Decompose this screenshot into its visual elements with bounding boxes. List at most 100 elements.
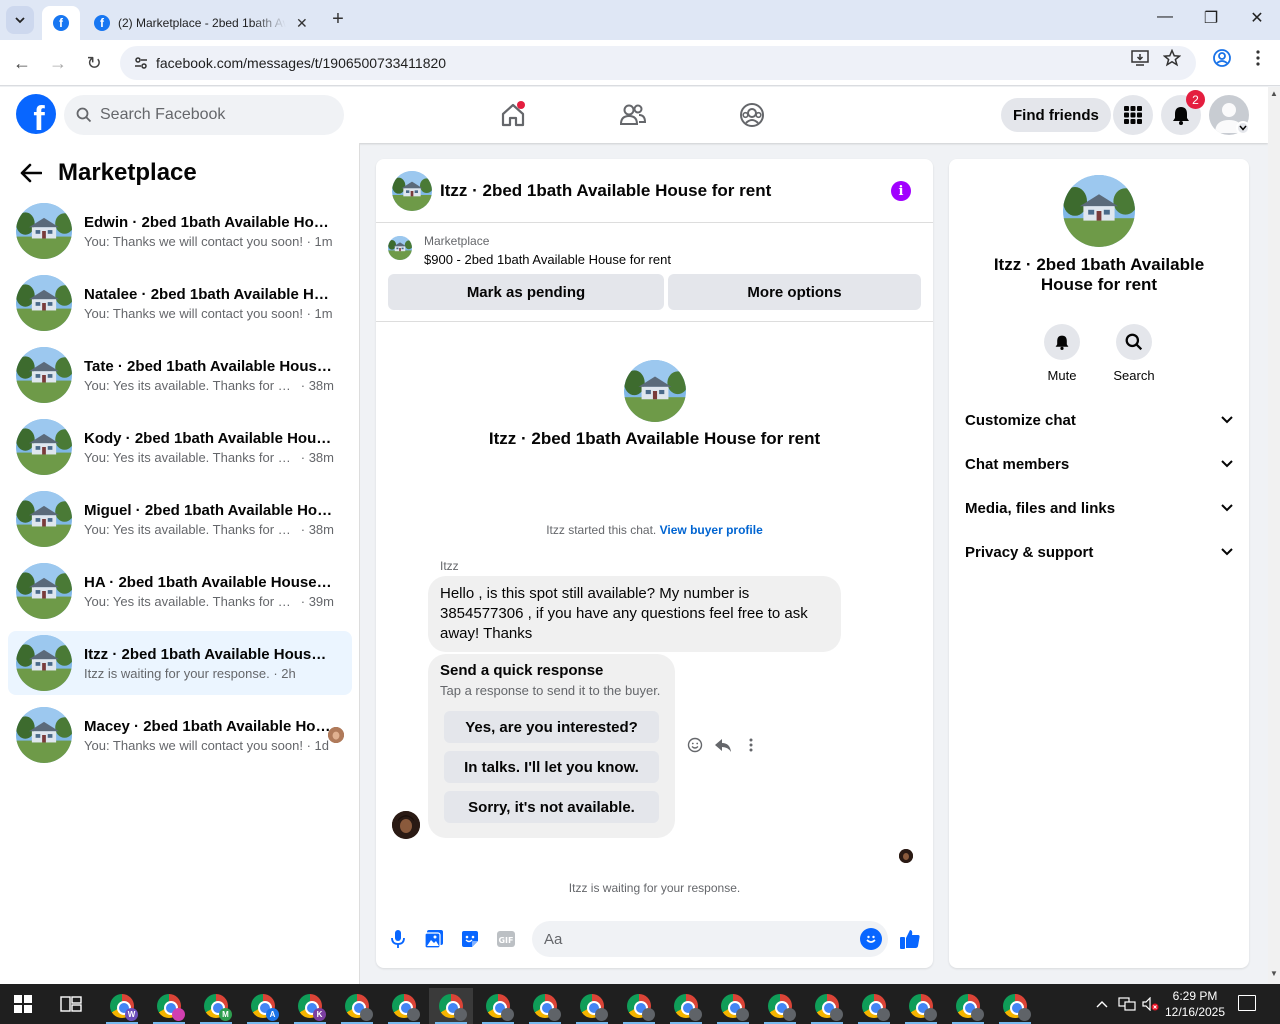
privacy-support-section[interactable]: Privacy & support bbox=[965, 532, 1233, 572]
profile-icon[interactable] bbox=[1212, 48, 1232, 68]
taskbar-chrome-window[interactable] bbox=[993, 988, 1037, 1024]
system-clock[interactable]: 6:29 PM 12/16/2025 bbox=[1160, 988, 1230, 1020]
site-info-icon[interactable] bbox=[132, 54, 150, 72]
mute-action[interactable]: Mute bbox=[1032, 324, 1092, 383]
friends-nav-button[interactable] bbox=[617, 99, 649, 131]
more-options-button[interactable]: More options bbox=[668, 274, 921, 310]
minimize-button[interactable]: — bbox=[1150, 8, 1180, 32]
more-actions-icon[interactable] bbox=[742, 736, 760, 754]
active-tab[interactable]: f (2) Marketplace - 2bed 1bath Available… bbox=[84, 6, 320, 40]
quick-response-in-talks-button[interactable]: In talks. I'll let you know. bbox=[444, 751, 659, 783]
chat-title[interactable]: Itzz · 2bed 1bath Available House for re… bbox=[440, 181, 771, 201]
notifications-button[interactable]: 2 bbox=[1161, 90, 1205, 135]
close-tab-icon[interactable]: ✕ bbox=[296, 15, 308, 32]
conversation-itzz[interactable]: Itzz · 2bed 1bath Available House for re… bbox=[8, 631, 352, 695]
back-button[interactable]: ← bbox=[9, 50, 35, 76]
account-caret-icon[interactable] bbox=[1236, 121, 1250, 135]
scroll-down-arrow-icon[interactable]: ▼ bbox=[1270, 969, 1278, 978]
scroll-up-arrow-icon[interactable]: ▲ bbox=[1270, 89, 1278, 98]
forward-button[interactable]: → bbox=[45, 50, 71, 76]
action-center-icon[interactable] bbox=[1238, 995, 1256, 1011]
show-hidden-icons[interactable] bbox=[1096, 984, 1108, 1024]
browser-menu-icon[interactable] bbox=[1248, 48, 1268, 68]
taskbar-chrome-window[interactable] bbox=[476, 988, 520, 1024]
back-arrow-icon[interactable] bbox=[20, 163, 42, 183]
customize-chat-section[interactable]: Customize chat bbox=[965, 400, 1233, 440]
taskbar-chrome-window[interactable]: W bbox=[100, 988, 144, 1024]
taskbar-chrome-window[interactable] bbox=[946, 988, 990, 1024]
taskbar-chrome-window[interactable] bbox=[429, 988, 473, 1024]
restore-button[interactable]: ❐ bbox=[1196, 8, 1226, 32]
conversation-tate[interactable]: Tate · 2bed 1bath Available House for re… bbox=[8, 343, 352, 407]
install-app-icon[interactable] bbox=[1130, 48, 1150, 68]
facebook-search-input[interactable] bbox=[100, 106, 320, 124]
media-files-links-section[interactable]: Media, files and links bbox=[965, 488, 1233, 528]
conversation-kody[interactable]: Kody · 2bed 1bath Available House for re… bbox=[8, 415, 352, 479]
quick-response-not-available-button[interactable]: Sorry, it's not available. bbox=[444, 791, 659, 823]
facebook-search[interactable] bbox=[64, 95, 344, 135]
message-input-container[interactable] bbox=[532, 921, 888, 957]
listing-price-title[interactable]: $900 - 2bed 1bath Available House for re… bbox=[424, 252, 671, 267]
conversation-info-icon[interactable]: i bbox=[891, 181, 911, 201]
taskbar-chrome-window[interactable] bbox=[664, 988, 708, 1024]
taskbar-chrome-window[interactable] bbox=[617, 988, 661, 1024]
microphone-icon[interactable] bbox=[386, 927, 410, 951]
groups-nav-button[interactable] bbox=[736, 99, 768, 131]
menu-button[interactable] bbox=[1113, 95, 1153, 135]
react-emoji-icon[interactable] bbox=[686, 736, 704, 754]
taskbar-chrome-window[interactable]: M bbox=[194, 988, 238, 1024]
taskbar-chrome-window[interactable] bbox=[758, 988, 802, 1024]
taskbar-chrome-window[interactable] bbox=[805, 988, 849, 1024]
find-friends-button[interactable]: Find friends bbox=[1001, 98, 1111, 132]
conversation-ha[interactable]: HA · 2bed 1bath Available House for rent… bbox=[8, 559, 352, 623]
conversation-natalee[interactable]: Natalee · 2bed 1bath Available House for… bbox=[8, 271, 352, 335]
chat-members-section[interactable]: Chat members bbox=[965, 444, 1233, 484]
page-scrollbar[interactable]: ▲ ▼ bbox=[1268, 87, 1280, 984]
quick-response-yes-button[interactable]: Yes, are you interested? bbox=[444, 711, 659, 743]
pinned-facebook-tab[interactable]: f bbox=[42, 6, 80, 40]
conversation-info-panel: Itzz · 2bed 1bath Available House for re… bbox=[949, 159, 1249, 968]
sticker-icon[interactable] bbox=[458, 927, 482, 951]
reload-button[interactable]: ↻ bbox=[81, 50, 107, 76]
task-view-icon[interactable] bbox=[60, 994, 82, 1014]
search-conversation-button[interactable] bbox=[1116, 324, 1152, 360]
taskbar-chrome-window[interactable]: K bbox=[288, 988, 332, 1024]
taskbar-chrome-window[interactable] bbox=[147, 988, 191, 1024]
conversation-miguel[interactable]: Miguel · 2bed 1bath Available House for … bbox=[8, 487, 352, 551]
new-tab-button[interactable]: + bbox=[326, 8, 350, 32]
bookmark-star-icon[interactable] bbox=[1162, 48, 1182, 68]
sender-avatar[interactable] bbox=[392, 811, 420, 839]
conversation-snippet: Itzz is waiting for your response. bbox=[84, 665, 270, 681]
reply-icon[interactable] bbox=[714, 736, 732, 754]
network-icon[interactable] bbox=[1118, 984, 1136, 1024]
taskbar-chrome-window[interactable] bbox=[382, 988, 426, 1024]
taskbar-chrome-window[interactable] bbox=[711, 988, 755, 1024]
taskbar-chrome-window[interactable] bbox=[570, 988, 614, 1024]
windows-start-icon[interactable] bbox=[14, 995, 32, 1013]
volume-muted-icon[interactable] bbox=[1142, 984, 1160, 1024]
mute-button[interactable] bbox=[1044, 324, 1080, 360]
like-thumb-icon[interactable] bbox=[898, 927, 922, 951]
view-buyer-profile-link[interactable]: View buyer profile bbox=[660, 523, 763, 537]
taskbar-chrome-window[interactable] bbox=[899, 988, 943, 1024]
mark-as-pending-button[interactable]: Mark as pending bbox=[388, 274, 664, 310]
conversation-macey[interactable]: Macey · 2bed 1bath Available House for r… bbox=[8, 703, 352, 767]
photo-icon[interactable] bbox=[422, 927, 446, 951]
facebook-logo-icon[interactable]: f bbox=[16, 94, 56, 134]
message-input[interactable] bbox=[544, 930, 844, 948]
listing-thumbnail[interactable] bbox=[388, 236, 412, 260]
emoji-icon[interactable] bbox=[860, 928, 882, 950]
address-bar[interactable]: facebook.com/messages/t/1906500733411820 bbox=[120, 46, 1196, 80]
gif-icon[interactable]: GIF bbox=[494, 927, 518, 951]
tab-search-button[interactable] bbox=[6, 6, 34, 34]
chat-thumbnail[interactable] bbox=[392, 170, 432, 211]
search-action[interactable]: Search bbox=[1104, 324, 1164, 383]
taskbar-chrome-window[interactable]: A bbox=[241, 988, 285, 1024]
taskbar-chrome-window[interactable] bbox=[523, 988, 567, 1024]
close-window-button[interactable]: ✕ bbox=[1242, 8, 1272, 32]
tab-title: (2) Marketplace - 2bed 1bath Available H… bbox=[118, 16, 286, 30]
conversation-edwin[interactable]: Edwin · 2bed 1bath Available House for r… bbox=[8, 199, 352, 263]
home-nav-button[interactable] bbox=[497, 99, 529, 131]
taskbar-chrome-window[interactable] bbox=[335, 988, 379, 1024]
taskbar-chrome-window[interactable] bbox=[852, 988, 896, 1024]
